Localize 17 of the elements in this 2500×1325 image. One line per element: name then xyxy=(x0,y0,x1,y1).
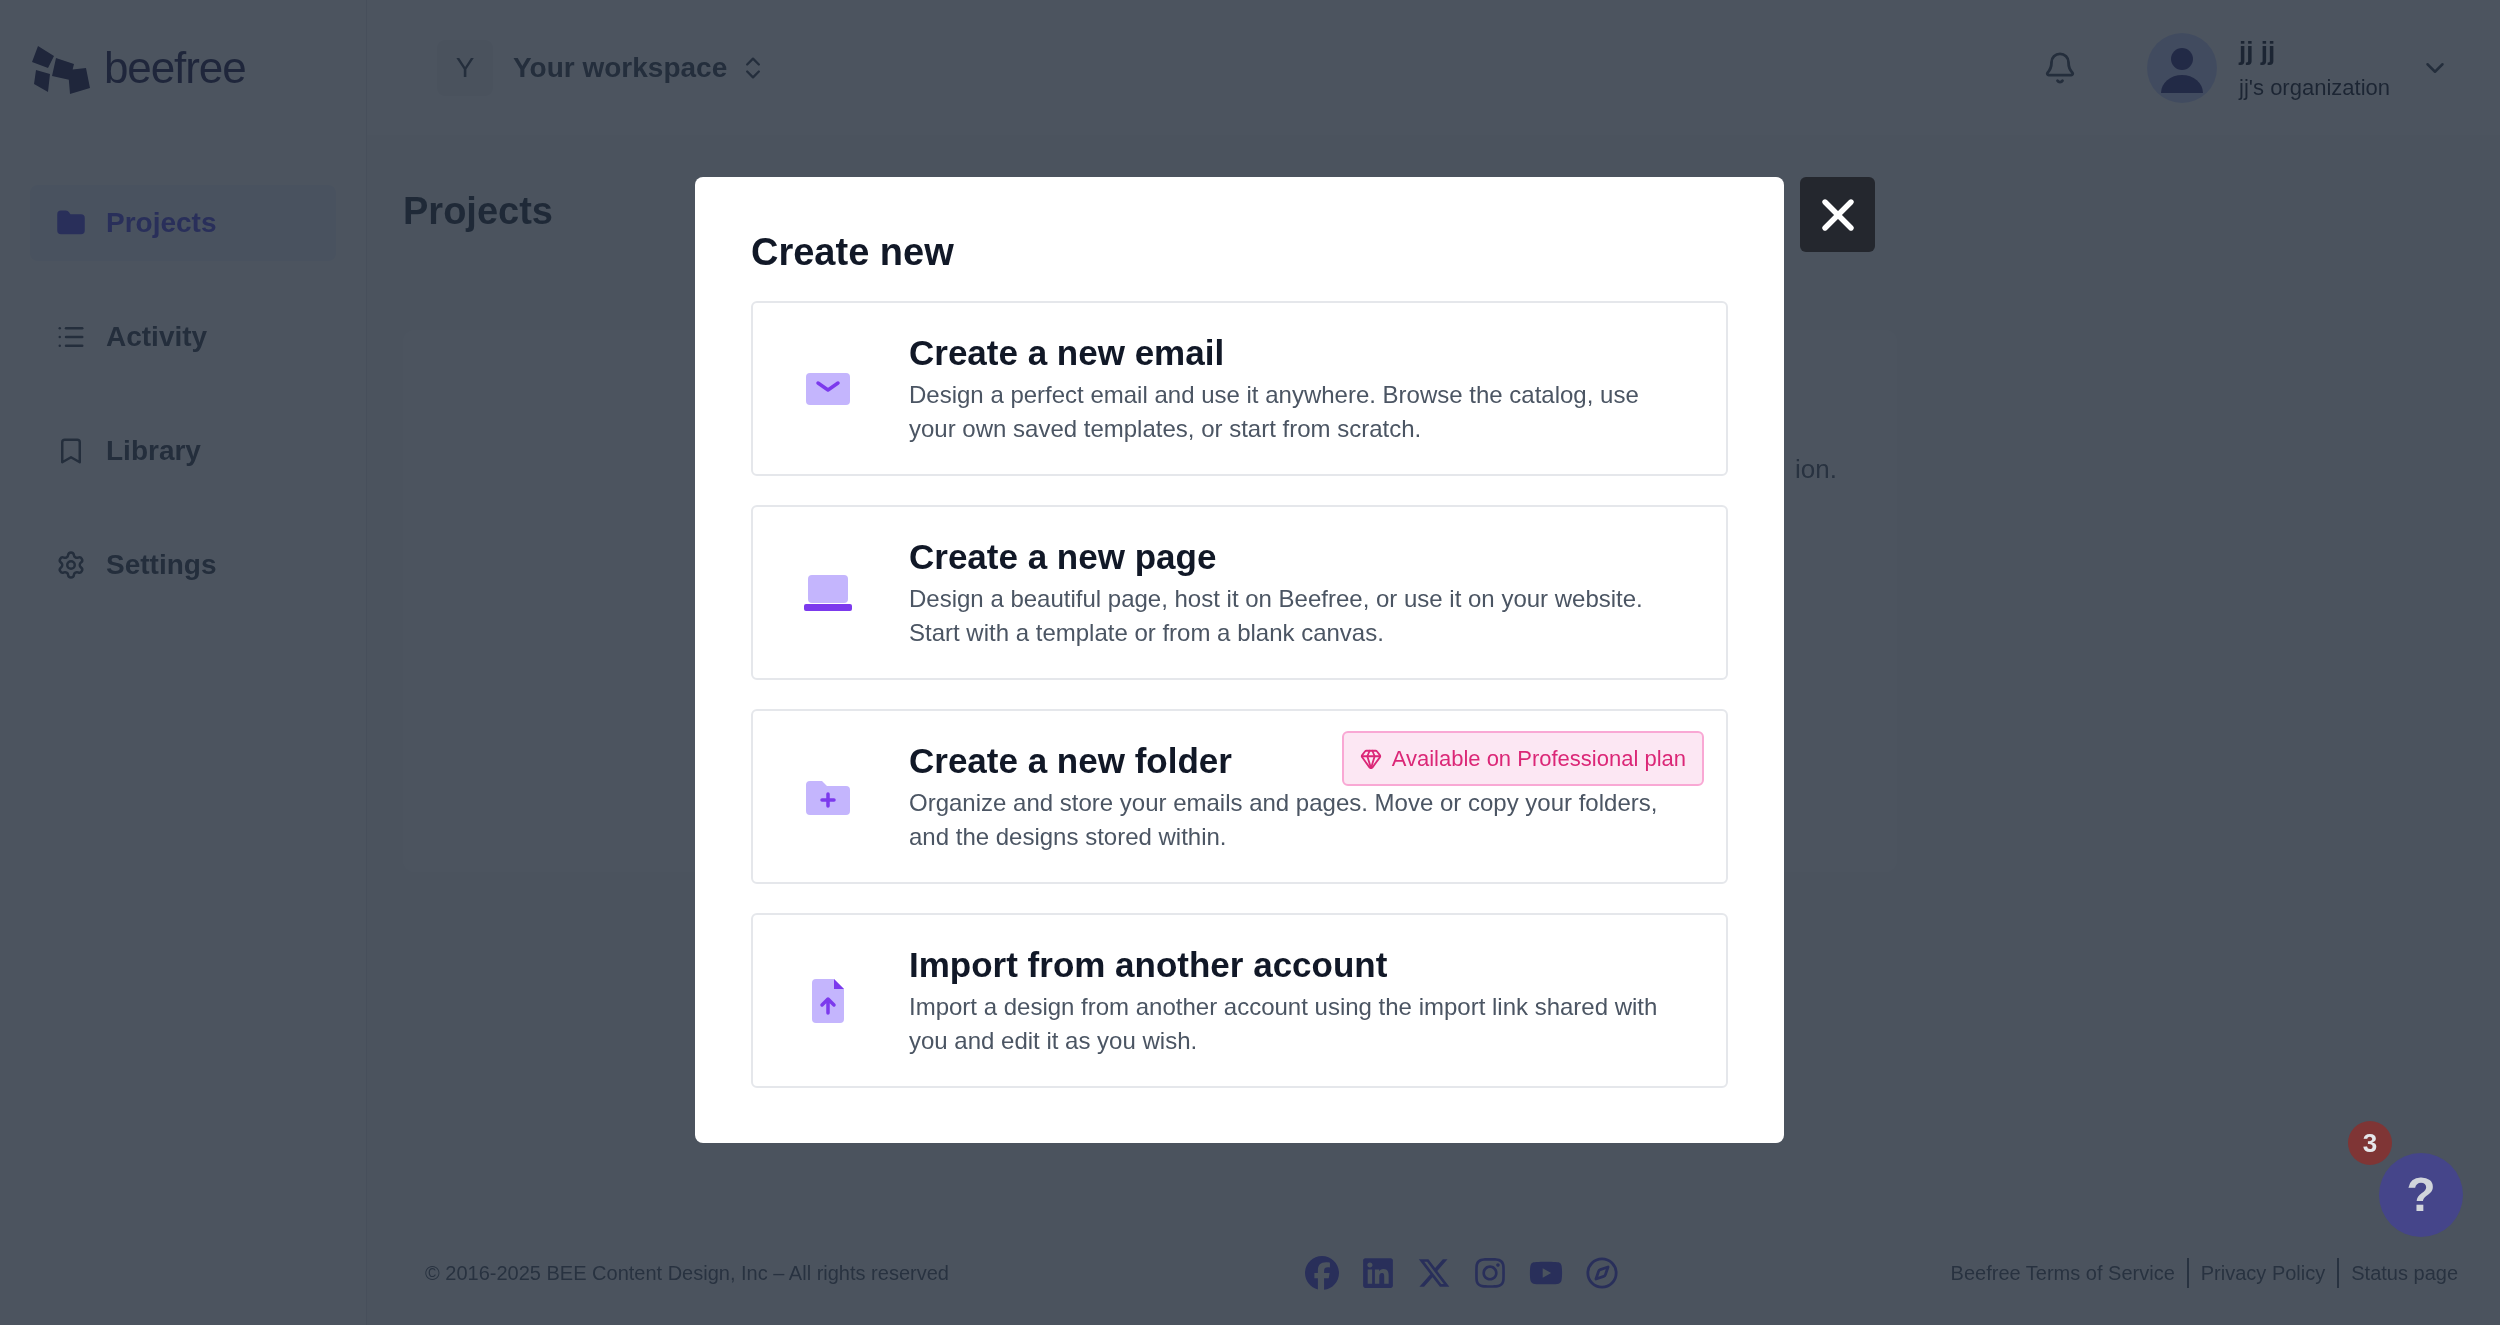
option-title: Create a new email xyxy=(909,331,1225,374)
close-button[interactable] xyxy=(1800,177,1875,252)
plan-badge: Available on Professional plan xyxy=(1341,731,1704,786)
option-description: Organize and store your emails and pages. Move or copy your folders, and the designs stored within. xyxy=(909,788,1659,853)
option-title: Import from another account xyxy=(909,943,1388,986)
create-option[interactable]: Create a new page Design a beautiful page, host it on Beefree, or use it on your website. Start with a template or from a blank canvas. xyxy=(751,505,1728,680)
modal-title: Create new xyxy=(751,233,955,271)
option-title: Create a new folder xyxy=(909,739,1232,782)
create-option[interactable]: Create a new email Design a perfect email and use it anywhere. Browse the catalog, use your own saved templates, or start from scratch. xyxy=(751,301,1728,476)
laptop-icon xyxy=(803,572,853,613)
option-title: Create a new page xyxy=(909,535,1217,578)
option-description: Design a perfect email and use it anywhere. Browse the catalog, use your own saved templates, or start from scratch. xyxy=(909,380,1640,445)
gem-icon xyxy=(1359,747,1382,770)
option-description: Design a beautiful page, host it on Beefree, or use it on your website. Start with a template or from a blank canvas. xyxy=(909,584,1644,649)
option-description: Import a design from another account using the import link shared with you and edit it as you wish. xyxy=(909,992,1659,1057)
create-option[interactable]: Create a new folder Organize and store your emails and pages. Move or copy your folders, and the designs stored within. Available on Professional plan xyxy=(751,709,1728,884)
create-option[interactable]: Import from another account Import a design from another account using the import link shared with you and edit it as you wish. xyxy=(751,913,1728,1088)
